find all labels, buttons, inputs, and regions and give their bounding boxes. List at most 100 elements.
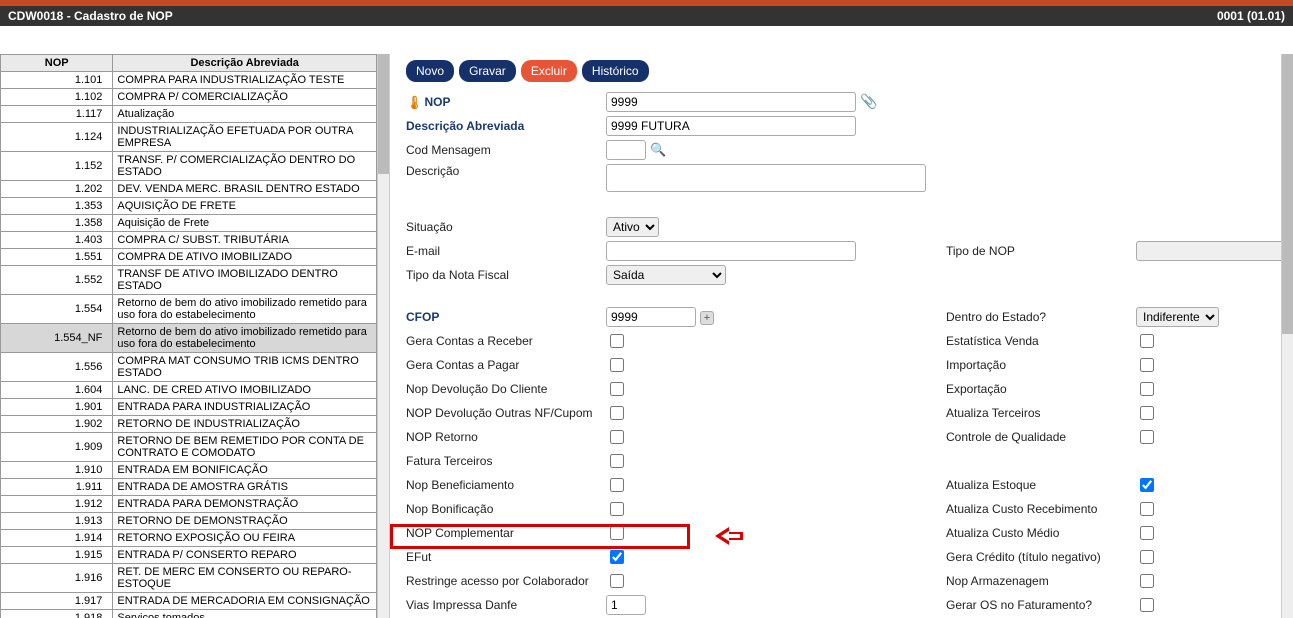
lbl-at-terc: Atualiza Terceiros [946,406,1136,420]
table-row[interactable]: 1.102COMPRA P/ COMERCIALIZAÇÃO [1,89,377,106]
cell-desc: LANC. DE CRED ATIVO IMOBILIZADO [113,382,377,399]
descabrev-input[interactable] [606,116,856,136]
cell-code: 1.101 [1,72,113,89]
at-creceb-chk[interactable] [1140,502,1154,516]
historico-button[interactable]: Histórico [582,60,649,82]
gera-cred-chk[interactable] [1140,550,1154,564]
table-row[interactable]: 1.901ENTRADA PARA INDUSTRIALIZAÇÃO [1,399,377,416]
cell-code: 1.604 [1,382,113,399]
nop-input[interactable] [606,92,856,112]
lbl-compl: NOP Complementar [406,526,606,540]
dev-cli-chk[interactable] [610,382,624,396]
tipo-nop-select[interactable] [1136,241,1293,261]
cell-code: 1.358 [1,215,113,232]
lbl-dev-out: NOP Devolução Outras NF/Cupom [406,406,606,420]
excluir-button[interactable]: Excluir [521,60,577,82]
lbl-vias: Vias Impressa Danfe [406,598,606,612]
vias-input[interactable] [606,595,646,615]
cfop-input[interactable] [606,307,696,327]
export-chk[interactable] [1140,382,1154,396]
table-row[interactable]: 1.910ENTRADA EM BONIFICAÇÃO [1,462,377,479]
left-scrollbar[interactable] [377,54,389,618]
clip-icon[interactable]: 📎 [860,93,877,109]
gera-cr-chk[interactable] [610,334,624,348]
table-row[interactable]: 1.554Retorno de bem do ativo imobilizado… [1,295,377,324]
tipo-nf-select[interactable]: Saída [606,265,726,285]
cell-desc: TRANSF. P/ COMERCIALIZAÇÃO DENTRO DO EST… [113,152,377,181]
col-desc[interactable]: Descrição Abreviada [113,55,377,72]
table-row[interactable]: 1.915ENTRADA P/ CONSERTO REPARO [1,547,377,564]
table-row[interactable]: 1.604LANC. DE CRED ATIVO IMOBILIZADO [1,382,377,399]
cell-code: 1.911 [1,479,113,496]
at-est-chk[interactable] [1140,478,1154,492]
table-row[interactable]: 1.101COMPRA PARA INDUSTRIALIZAÇÃO TESTE [1,72,377,89]
cell-code: 1.917 [1,593,113,610]
cell-desc: COMPRA C/ SUBST. TRIBUTÁRIA [113,232,377,249]
table-row[interactable]: 1.124INDUSTRIALIZAÇÃO EFETUADA POR OUTRA… [1,123,377,152]
table-row[interactable]: 1.911ENTRADA DE AMOSTRA GRÁTIS [1,479,377,496]
lbl-export: Exportação [946,382,1136,396]
table-row[interactable]: 1.912ENTRADA PARA DEMONSTRAÇÃO [1,496,377,513]
table-row[interactable]: 1.403COMPRA C/ SUBST. TRIBUTÁRIA [1,232,377,249]
compl-chk[interactable] [610,526,624,540]
cell-code: 1.910 [1,462,113,479]
table-row[interactable]: 1.117Atualização [1,106,377,123]
armaz-chk[interactable] [1140,574,1154,588]
at-terc-chk[interactable] [1140,406,1154,420]
cell-desc: ENTRADA PARA DEMONSTRAÇÃO [113,496,377,513]
situacao-select[interactable]: Ativo [606,217,659,237]
retorno-chk[interactable] [610,430,624,444]
table-row[interactable]: 1.202DEV. VENDA MERC. BRASIL DENTRO ESTA… [1,181,377,198]
table-row[interactable]: 1.916RET. DE MERC EM CONSERTO OU REPARO-… [1,564,377,593]
codmsg-input[interactable] [606,140,646,160]
restr-chk[interactable] [610,574,624,588]
table-row[interactable]: 1.552TRANSF DE ATIVO IMOBILIZADO DENTRO … [1,266,377,295]
cell-code: 1.556 [1,353,113,382]
dentro-select[interactable]: Indiferente [1136,307,1219,327]
gera-cp-chk[interactable] [610,358,624,372]
table-row[interactable]: 1.556COMPRA MAT CONSUMO TRIB ICMS DENTRO… [1,353,377,382]
gravar-button[interactable]: Gravar [459,60,516,82]
table-row[interactable]: 1.902RETORNO DE INDUSTRIALIZAÇÃO [1,416,377,433]
cq-chk[interactable] [1140,430,1154,444]
search-icon[interactable]: 🔍 [650,142,666,157]
table-row[interactable]: 1.917ENTRADA DE MERCADORIA EM CONSIGNAÇÃ… [1,593,377,610]
cell-code: 1.102 [1,89,113,106]
email-input[interactable] [606,241,856,261]
cell-desc: ENTRADA P/ CONSERTO REPARO [113,547,377,564]
right-scrollbar[interactable] [1281,54,1293,618]
cell-desc: Servicos tomados [113,610,377,618]
fat-terc-chk[interactable] [610,454,624,468]
cfop-add-button[interactable]: + [700,311,714,325]
novo-button[interactable]: Novo [406,60,454,82]
bonif-chk[interactable] [610,502,624,516]
dev-out-chk[interactable] [610,406,624,420]
table-row[interactable]: 1.353AQUISIÇÃO DE FRETE [1,198,377,215]
at-cmed-chk[interactable] [1140,526,1154,540]
estat-chk[interactable] [1140,334,1154,348]
cell-code: 1.403 [1,232,113,249]
lbl-gera-cr: Gera Contas a Receber [406,334,606,348]
nop-table[interactable]: NOP Descrição Abreviada 1.101COMPRA PARA… [0,54,377,618]
lbl-situacao: Situação [406,220,606,234]
form-pane: Novo Gravar Excluir Histórico 🌡NOP 📎 Des… [390,54,1293,618]
import-chk[interactable] [1140,358,1154,372]
table-row[interactable]: 1.554_NFRetorno de bem do ativo imobiliz… [1,324,377,353]
table-row[interactable]: 1.358Aquisição de Frete [1,215,377,232]
lbl-tipo-nf: Tipo da Nota Fiscal [406,268,606,282]
table-row[interactable]: 1.918Servicos tomados [1,610,377,618]
cell-desc: RETORNO EXPOSIÇÃO OU FEIRA [113,530,377,547]
cell-code: 1.915 [1,547,113,564]
table-row[interactable]: 1.152TRANSF. P/ COMERCIALIZAÇÃO DENTRO D… [1,152,377,181]
gerar-os-chk[interactable] [1140,598,1154,612]
col-nop[interactable]: NOP [1,55,113,72]
table-row[interactable]: 1.909RETORNO DE BEM REMETIDO POR CONTA D… [1,433,377,462]
cell-desc: Atualização [113,106,377,123]
descricao-input[interactable] [606,164,926,192]
table-row[interactable]: 1.914RETORNO EXPOSIÇÃO OU FEIRA [1,530,377,547]
benef-chk[interactable] [610,478,624,492]
table-row[interactable]: 1.913RETORNO DE DEMONSTRAÇÃO [1,513,377,530]
table-row[interactable]: 1.551COMPRA DE ATIVO IMOBILIZADO [1,249,377,266]
cell-desc: COMPRA PARA INDUSTRIALIZAÇÃO TESTE [113,72,377,89]
efut-chk[interactable] [610,550,624,564]
